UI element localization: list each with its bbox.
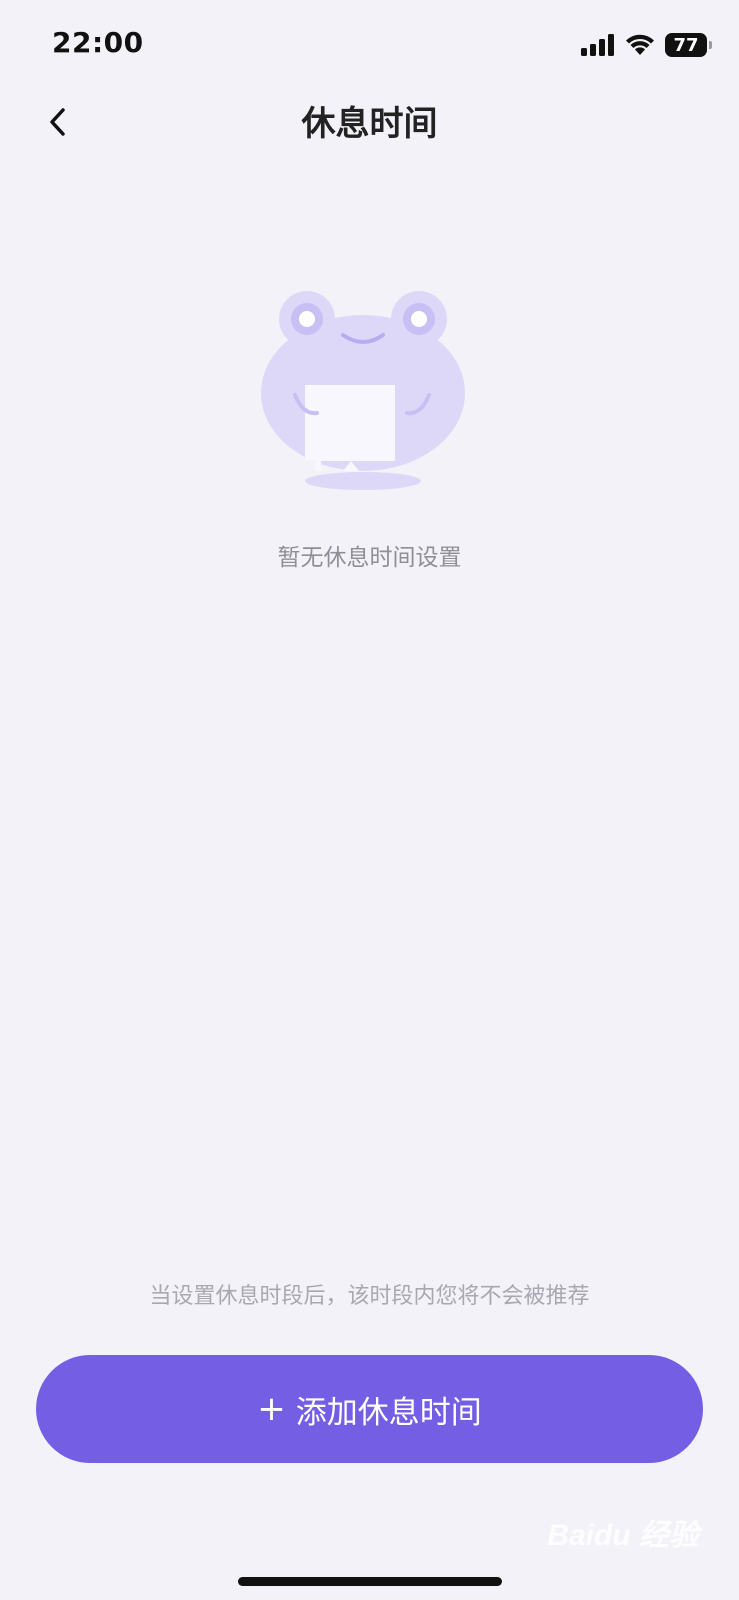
frog-mascot-illustration — [261, 291, 465, 490]
home-indicator — [238, 1577, 502, 1586]
baidu-watermark: Baidu 经验 — [547, 1519, 699, 1552]
battery-indicator: 77 — [665, 33, 712, 57]
page-title: 休息时间 — [301, 104, 438, 144]
add-rest-time-button[interactable]: + 添加休息时间 — [36, 1355, 703, 1463]
status-indicators: 77 — [581, 30, 712, 60]
wifi-icon — [626, 34, 654, 55]
screen: 22:00 77 休息时间 暂无休息时间设置 当设置休息时段后，该时段内您将不会… — [0, 0, 739, 1600]
status-bar: 22:00 77 — [0, 0, 739, 90]
status-time: 22:00 — [52, 26, 144, 59]
battery-level: 77 — [673, 34, 699, 56]
rest-time-hint: 当设置休息时段后，该时段内您将不会被推荐 — [149, 1284, 590, 1309]
plus-icon: + — [257, 1389, 286, 1429]
empty-state-message: 暂无休息时间设置 — [277, 545, 462, 571]
add-rest-time-label: 添加休息时间 — [295, 1394, 482, 1431]
cellular-signal-icon — [581, 34, 614, 56]
